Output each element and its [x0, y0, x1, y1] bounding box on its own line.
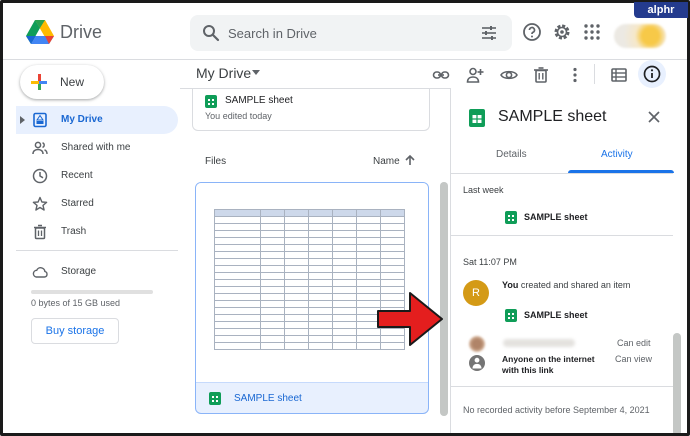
sidebar-item-shared-with-me[interactable]: Shared with me — [16, 134, 178, 162]
sidebar-nav: My Drive Shared with me Recent Starred T… — [16, 106, 178, 246]
sidebar-item-recent[interactable]: Recent — [16, 162, 178, 190]
info-icon — [643, 65, 661, 83]
main-toolbar: My Drive — [180, 60, 690, 88]
tab-details[interactable]: Details — [496, 149, 527, 160]
public-link-avatar — [469, 355, 485, 371]
page-title[interactable]: My Drive — [196, 65, 251, 81]
sidebar-item-label: My Drive — [61, 114, 103, 125]
alphr-watermark: alphr — [634, 2, 688, 18]
view-details-button[interactable] — [638, 60, 666, 88]
sort-arrow-up-icon[interactable] — [404, 154, 416, 166]
sheets-icon — [205, 95, 217, 108]
buy-storage-button[interactable]: Buy storage — [31, 318, 119, 344]
search-icon[interactable] — [202, 24, 220, 42]
activity-date: Sat 11:07 PM — [463, 257, 517, 267]
file-thumbnail — [196, 183, 428, 383]
public-link-label-2: with this link — [502, 365, 554, 375]
trash-icon — [34, 224, 46, 240]
add-person-icon[interactable] — [466, 66, 484, 84]
details-panel: SAMPLE sheet Details Activity Last week … — [450, 88, 690, 436]
annotation-arrow-icon — [377, 292, 443, 346]
user-avatar: R — [463, 280, 489, 306]
new-button-label: New — [60, 75, 85, 89]
activity-action: created and shared an item — [520, 280, 631, 290]
preview-eye-icon[interactable] — [500, 66, 518, 84]
sidebar-item-trash[interactable]: Trash — [16, 218, 178, 246]
people-icon — [32, 141, 48, 155]
sheets-icon — [469, 109, 485, 127]
link-icon[interactable] — [432, 66, 450, 84]
star-icon — [32, 196, 48, 211]
collaborator-name-redacted — [503, 339, 575, 347]
remove-trash-icon[interactable] — [532, 66, 550, 84]
plus-icon — [31, 74, 47, 90]
drive-logo-icon[interactable] — [26, 20, 54, 44]
expand-caret-icon[interactable] — [20, 116, 25, 124]
storage-label: Storage — [61, 266, 97, 277]
sheets-icon — [505, 309, 517, 322]
sort-by-name[interactable]: Name — [373, 156, 400, 167]
activity-item-title[interactable]: SAMPLE sheet — [524, 212, 588, 222]
shared-item-title[interactable]: SAMPLE sheet — [524, 310, 588, 320]
apps-grid-icon[interactable] — [582, 22, 602, 42]
sidebar-item-label: Shared with me — [61, 142, 131, 153]
search-input[interactable] — [228, 21, 468, 45]
sidebar-item-storage[interactable]: Storage — [32, 263, 172, 281]
activity-divider — [451, 235, 673, 236]
sidebar-divider — [16, 250, 178, 251]
public-link-label: Anyone on the internet — [502, 354, 595, 364]
search-options-icon[interactable] — [480, 24, 498, 42]
collaborator-avatar — [469, 336, 485, 352]
activity-actor: You — [502, 280, 519, 290]
search-bar[interactable] — [190, 15, 512, 51]
person-icon — [472, 357, 482, 369]
chevron-down-icon[interactable] — [252, 70, 260, 75]
tab-activity[interactable]: Activity — [601, 149, 633, 160]
sheets-icon — [505, 211, 517, 224]
details-scrollbar-thumb[interactable] — [673, 333, 681, 436]
sidebar-item-label: Trash — [61, 226, 87, 237]
clock-icon — [32, 168, 48, 184]
public-link-role: Can view — [615, 354, 653, 364]
collaborator-role: Can edit — [617, 338, 651, 348]
quick-access-card[interactable]: SAMPLE sheet You edited today — [192, 89, 430, 131]
close-icon[interactable] — [647, 110, 661, 124]
toolbar-separator — [594, 64, 595, 84]
tabs-divider — [451, 173, 673, 174]
sidebar-item-label: Recent — [61, 170, 93, 181]
file-title: SAMPLE sheet — [234, 393, 302, 404]
my-drive-icon — [33, 112, 47, 128]
storage-used-text: 0 bytes of 15 GB used — [31, 298, 121, 308]
details-title: SAMPLE sheet — [498, 108, 607, 125]
sidebar-item-label: Starred — [61, 198, 94, 209]
new-button[interactable]: New — [20, 65, 104, 99]
sidebar-item-starred[interactable]: Starred — [16, 190, 178, 218]
sidebar-item-my-drive[interactable]: My Drive — [16, 106, 178, 134]
list-view-icon[interactable] — [610, 66, 628, 84]
files-section-label: Files — [205, 156, 227, 167]
account-avatar[interactable] — [614, 24, 666, 48]
cloud-icon — [32, 267, 48, 278]
help-icon[interactable] — [522, 22, 542, 42]
activity-divider — [451, 386, 673, 387]
quick-access-subtitle: You edited today — [205, 111, 272, 121]
activity-description: You created and shared an item — [502, 280, 630, 290]
last-week-label: Last week — [463, 185, 504, 195]
sheets-icon — [209, 392, 221, 405]
top-header: Drive — [0, 0, 690, 60]
more-vertical-icon[interactable] — [566, 66, 584, 84]
activity-footer-note: No recorded activity before September 4,… — [463, 405, 650, 415]
settings-gear-icon[interactable] — [552, 22, 572, 42]
quick-access-title: SAMPLE sheet — [225, 95, 293, 106]
storage-usage-bar — [31, 290, 153, 294]
drive-brand-label: Drive — [60, 22, 103, 42]
